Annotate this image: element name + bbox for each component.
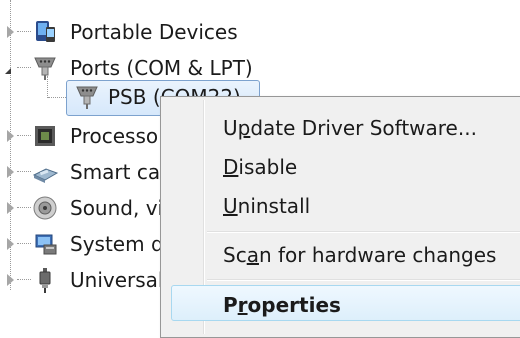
usb-plug-icon xyxy=(32,267,58,293)
menu-item-disable[interactable]: Disable xyxy=(223,153,297,181)
tree-connector xyxy=(17,243,31,244)
tree-connector xyxy=(17,207,31,208)
expand-arrow-icon[interactable] xyxy=(7,274,14,286)
menu-item-scan-hardware[interactable]: Scan for hardware changes xyxy=(223,241,496,269)
menu-item-label: isable xyxy=(238,155,298,179)
expand-arrow-icon[interactable] xyxy=(7,238,14,250)
tree-connector xyxy=(17,135,31,136)
menu-item-label: P xyxy=(223,293,238,317)
accelerator-key: U xyxy=(223,194,238,218)
accelerator-key: r xyxy=(237,293,248,317)
portable-devices-icon xyxy=(32,19,58,45)
menu-separator xyxy=(207,231,520,233)
tree-item-label: System d xyxy=(70,232,164,256)
smart-card-reader-icon xyxy=(32,159,59,185)
port-connector-icon xyxy=(32,55,58,81)
menu-item-label: operties xyxy=(247,293,341,317)
menu-item-label: n for hardware changes xyxy=(258,243,497,267)
tree-item-portable-devices[interactable]: Portable Devices xyxy=(0,14,520,50)
tree-connector xyxy=(17,171,31,172)
system-device-icon xyxy=(32,231,58,257)
tree-item-label: Portable Devices xyxy=(70,20,238,44)
tree-connector xyxy=(17,67,31,68)
tree-connector xyxy=(48,97,66,98)
port-connector-icon xyxy=(74,84,100,110)
tree-item-label: Universal xyxy=(70,268,164,292)
menu-item-label: U xyxy=(223,116,238,140)
menu-separator xyxy=(207,279,520,281)
accelerator-key: p xyxy=(237,116,251,140)
expand-arrow-icon[interactable] xyxy=(7,202,14,214)
speaker-icon xyxy=(32,195,58,221)
tree-connector xyxy=(17,279,31,280)
tree-item-label: Smart ca xyxy=(70,160,161,184)
context-menu: Update Driver Software... Disable Uninst… xyxy=(160,96,520,338)
tree-item-label: Sound, vi xyxy=(70,196,164,220)
menu-item-properties[interactable]: Properties xyxy=(223,291,341,319)
expand-arrow-icon[interactable] xyxy=(7,26,14,38)
processor-chip-icon xyxy=(32,123,58,149)
menu-item-update-driver[interactable]: Update Driver Software... xyxy=(223,114,477,142)
tree-item-label: Ports (COM & LPT) xyxy=(70,56,253,80)
tree-connector xyxy=(17,31,31,32)
menu-item-label: Sc xyxy=(223,243,247,267)
menu-item-uninstall[interactable]: Uninstall xyxy=(223,192,310,220)
expand-arrow-icon[interactable] xyxy=(7,166,14,178)
menu-item-label: date Driver Software... xyxy=(250,116,477,140)
accelerator-key: D xyxy=(223,155,239,179)
accelerator-key: a xyxy=(246,243,259,267)
expand-arrow-icon[interactable] xyxy=(7,130,14,142)
tree-item-label: Processo xyxy=(70,124,159,148)
collapse-arrow-icon[interactable] xyxy=(5,62,11,74)
menu-item-label: ninstall xyxy=(237,194,311,218)
